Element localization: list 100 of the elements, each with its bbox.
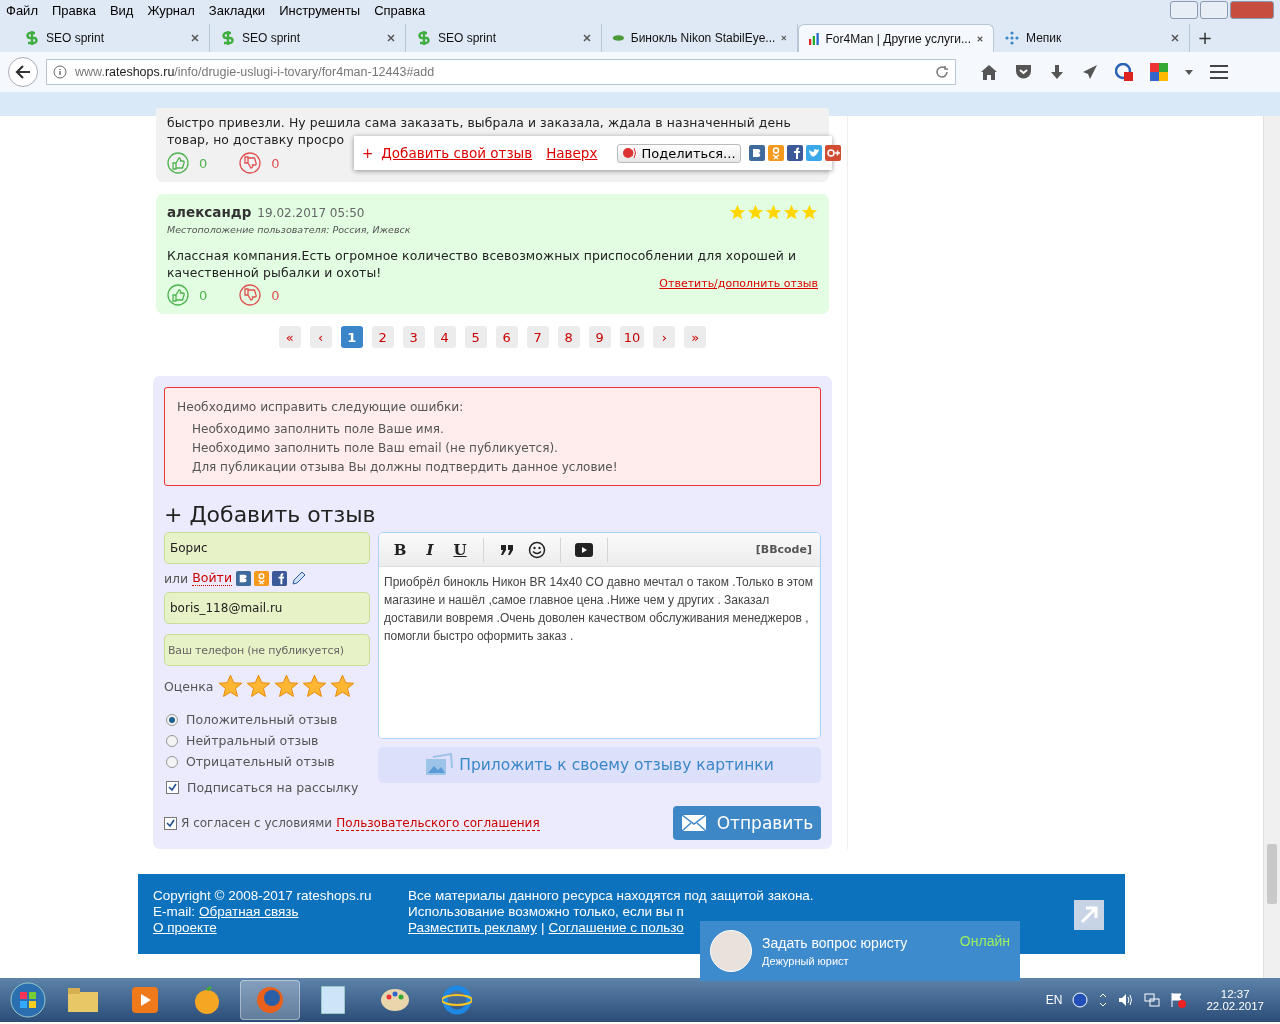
pocket-icon[interactable] [1015,64,1032,80]
speaker-icon[interactable] [622,147,637,159]
star-icon[interactable] [302,674,328,699]
menu-item[interactable]: Справка [374,2,426,18]
checkbox-label: Я согласен с условиями [181,816,333,830]
menu-item[interactable]: Журнал [147,2,195,18]
network-icon[interactable] [1144,992,1161,1008]
reply-link[interactable]: Ответить/дополнить отзыв [659,277,818,290]
pencil-icon[interactable] [291,570,307,586]
star-icon[interactable] [330,674,356,699]
checkbox[interactable] [166,781,179,794]
thumbs-up-icon[interactable] [167,284,189,306]
vk-icon[interactable] [748,145,765,161]
radio-button[interactable] [166,755,178,768]
menu-item[interactable]: Закладки [208,2,266,18]
page-button[interactable]: 5 [464,326,487,348]
google-plus-icon[interactable] [824,145,841,161]
text-editor[interactable] [378,532,821,739]
page-button[interactable]: ‹ [309,326,332,348]
back-button[interactable] [8,57,38,87]
address-bar[interactable]: www.rateshops.ru/info/drugie-uslugi-i-tovary/for4man-12443#add [46,59,956,85]
phone-field[interactable]: Ваш телефон (не публикуется) [164,634,370,666]
send-button[interactable]: Отправить [673,806,821,840]
page-button[interactable]: 3 [402,326,425,348]
page-button[interactable]: 1 [340,326,363,348]
back-arrow-icon[interactable] [15,65,31,79]
feedback-link[interactable]: Обратная связь [199,904,299,920]
close-icon[interactable] [387,34,395,42]
new-tab-button[interactable]: + [1190,24,1220,52]
info-icon[interactable] [53,65,67,79]
bbcode-label[interactable]: [BBcode] [755,543,812,556]
scroll-top-link[interactable]: Наверх [546,145,598,161]
underline-button[interactable]: U [447,537,473,562]
close-icon[interactable] [583,34,591,42]
star-icon[interactable] [218,674,244,699]
thumbs-down-icon[interactable] [239,284,262,306]
radio-button[interactable] [166,713,178,726]
page-button[interactable]: 10 [619,326,645,348]
agreement-link[interactable]: Соглашение с пользо [548,920,684,936]
envelope-icon[interactable] [680,814,707,832]
menu-item[interactable]: Файл [6,2,38,18]
share-button[interactable]: Поделиться... [617,143,741,163]
dropdown-arrow-icon[interactable] [1185,69,1193,75]
home-icon[interactable] [980,64,998,80]
agreement-link[interactable]: Пользовательского соглашения [336,815,540,831]
close-icon[interactable] [1171,34,1179,42]
facebook-icon[interactable] [786,145,803,161]
page-button[interactable]: « [278,326,301,348]
name-field[interactable]: Борис [164,532,370,564]
quote-icon[interactable] [500,543,514,556]
email-field[interactable]: boris_118@mail.ru [164,592,370,624]
chat-widget[interactable]: Задать вопрос юристу Дежурный юрист Онлайн [700,921,1020,981]
facebook-icon[interactable] [272,570,287,586]
paper-plane-icon[interactable] [1082,64,1098,80]
page-button[interactable]: 4 [433,326,456,348]
firefox-taskbar-icon[interactable] [240,980,300,1020]
vk-icon[interactable] [236,570,251,586]
play-icon[interactable] [575,542,593,557]
clock[interactable]: 12:37 22.02.2017 [1206,988,1264,1012]
thumbs-up-icon[interactable] [167,152,189,174]
page-button[interactable]: 9 [588,326,611,348]
advertise-link[interactable]: Разместить рекламу [408,920,537,936]
thumbs-down-icon[interactable] [239,152,262,174]
add-review-link[interactable]: Добавить свой отзыв [381,145,533,161]
star-icon[interactable] [246,674,272,699]
page-button[interactable]: 8 [557,326,580,348]
star-icon[interactable] [274,674,300,699]
browser-tab[interactable]: For4Man | Другие услуги... [798,24,994,52]
help-icon[interactable] [1072,992,1089,1008]
menu-icon[interactable] [1210,65,1228,79]
bold-button[interactable]: B [387,537,413,562]
reload-icon[interactable] [935,65,949,79]
attach-images-button[interactable]: Приложить к своему отзыву картинки [378,747,821,783]
page-button[interactable]: 2 [371,326,394,348]
dollar-logo-icon [416,30,432,46]
language-indicator[interactable]: EN [1045,993,1063,1007]
close-icon[interactable] [191,34,199,42]
extension-icon[interactable] [1150,63,1168,81]
close-icon[interactable] [781,34,787,42]
error-title: Необходимо исправить следующие ошибки: [177,400,465,414]
login-link[interactable]: Войти [192,570,232,586]
download-icon[interactable] [1049,64,1065,80]
checkbox[interactable] [164,816,177,830]
shield-badge-icon[interactable] [1115,63,1133,81]
page-button[interactable]: 7 [526,326,549,348]
scrollbar[interactable] [1263,116,1280,978]
about-link[interactable]: О проекте [153,920,408,936]
menu-item[interactable]: Вид [109,2,134,18]
menu-item[interactable]: Инструменты [279,2,361,18]
page-button[interactable]: » [684,326,707,348]
page-button[interactable]: 6 [495,326,518,348]
rating-label: Оценка [164,679,214,694]
tray-arrows-icon[interactable] [1098,992,1109,1008]
close-icon[interactable] [977,34,983,43]
flag-warning-icon[interactable] [1170,992,1187,1008]
menu-item[interactable]: Правка [51,2,96,18]
radio-button[interactable] [166,734,178,747]
italic-button[interactable]: I [417,537,443,562]
volume-icon[interactable] [1118,992,1135,1008]
page-button[interactable]: › [653,326,676,348]
